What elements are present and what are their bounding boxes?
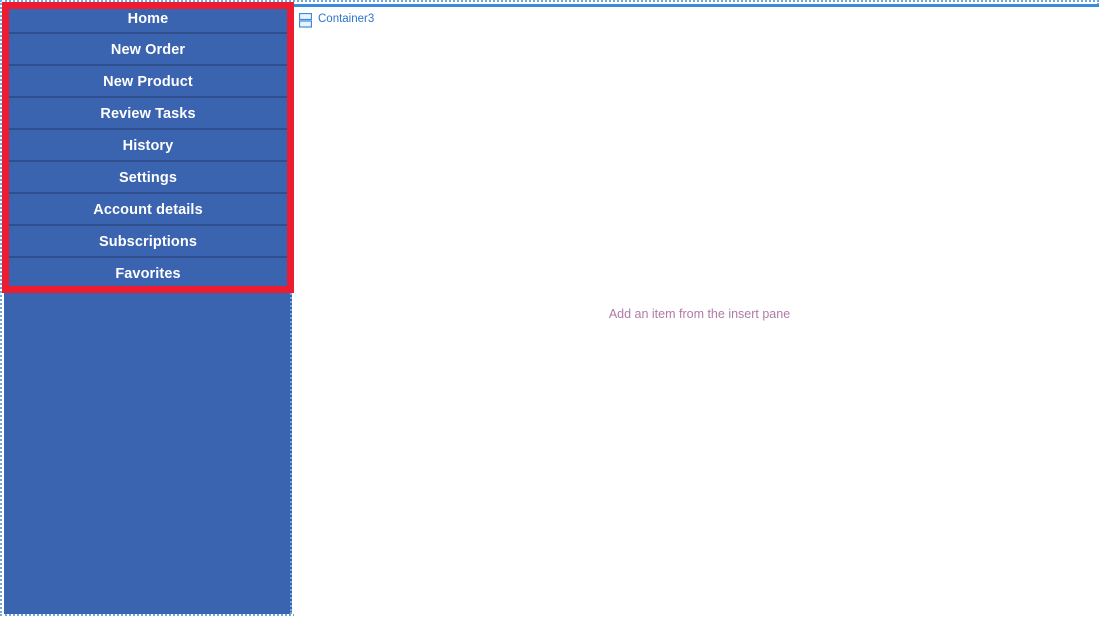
sidebar-item-subscriptions[interactable]: Subscriptions (4, 226, 292, 258)
sidebar-item-label: Review Tasks (100, 106, 196, 122)
navigation-menu: Home New Order New Product Review Tasks … (4, 2, 292, 290)
sidebar-item-favorites[interactable]: Favorites (4, 258, 292, 290)
empty-state-region: Add an item from the insert pane (294, 7, 1099, 619)
sidebar-item-label: New Product (103, 74, 193, 90)
design-canvas: Container3 Add an item from the insert p… (0, 0, 1099, 616)
navigation-sidebar: Home New Order New Product Review Tasks … (4, 2, 292, 614)
sidebar-item-label: New Order (110, 42, 186, 58)
sidebar-item-settings[interactable]: Settings (4, 162, 292, 194)
content-container-panel[interactable]: Container3 Add an item from the insert p… (294, 4, 1099, 616)
sidebar-item-label: Favorites (115, 266, 181, 282)
sidebar-item-review-tasks[interactable]: Review Tasks (4, 98, 292, 130)
sidebar-item-history[interactable]: History (4, 130, 292, 162)
sidebar-item-new-order[interactable]: New Order (4, 34, 292, 66)
sidebar-item-label: Settings (119, 170, 177, 186)
sidebar-item-label: History (122, 138, 174, 154)
sidebar-item-label: Subscriptions (99, 234, 197, 250)
sidebar-item-account-details[interactable]: Account details (4, 194, 292, 226)
empty-state-message: Add an item from the insert pane (608, 307, 791, 321)
sidebar-item-new-product[interactable]: New Product (4, 66, 292, 98)
sidebar-item-home[interactable]: Home (4, 2, 292, 34)
sidebar-item-label: Account details (93, 202, 203, 218)
sidebar-item-label: Home (127, 11, 169, 27)
